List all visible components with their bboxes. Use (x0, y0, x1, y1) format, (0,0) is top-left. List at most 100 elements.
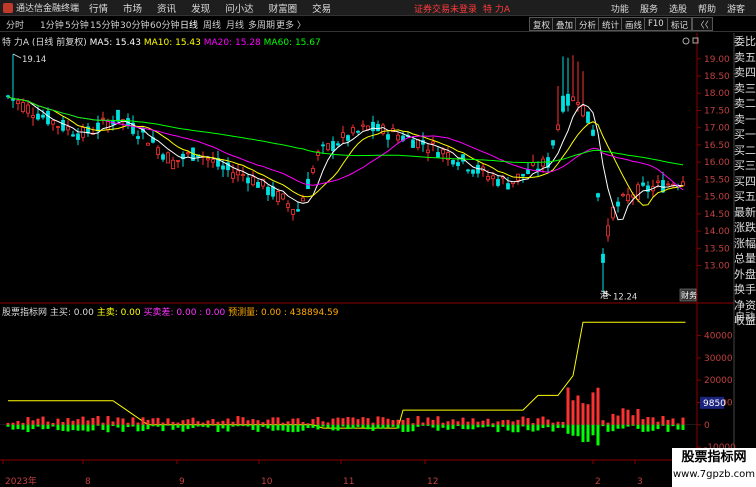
candle-body (376, 123, 380, 132)
side-item-buy3[interactable]: 买三 (734, 158, 756, 174)
price-tick-label: 14.50 (704, 210, 730, 220)
volume-bar-down (546, 424, 550, 428)
period-60min[interactable]: 60分钟 (150, 18, 179, 31)
candle-body (486, 176, 490, 181)
volume-bar-down (596, 424, 600, 446)
volume-bar-up (566, 387, 570, 425)
volume-bar-up (606, 422, 610, 425)
side-item-buy2[interactable]: 买二 (734, 143, 756, 159)
period-more[interactable]: 更多 〉 (276, 18, 306, 31)
volume-bar-up (201, 422, 205, 425)
f10-button[interactable]: F10 (644, 17, 668, 31)
menu-service[interactable]: 服务 (640, 2, 658, 15)
period-timeshare[interactable]: 分时 (6, 18, 24, 31)
period-monthly[interactable]: 月线 (226, 18, 244, 31)
period-15min[interactable]: 15分钟 (90, 18, 119, 31)
adjust-button[interactable]: 复权 (529, 17, 555, 31)
volume-tick-label: 20000 (704, 376, 733, 386)
volume-bar-up (21, 422, 25, 425)
analysis-button[interactable]: 分析 (575, 17, 601, 31)
volume-bar-down (666, 424, 670, 432)
candle-body (341, 132, 345, 138)
mark-button[interactable]: 标记 (667, 17, 693, 31)
forecast-volume-value: 预测量: 0.00 : 438894.59 (228, 308, 339, 318)
period-daily[interactable]: 日线 (180, 18, 198, 31)
kline-chart-area[interactable]: 19.14 12.24 港 财务 19.00 18.50 18.00 17.50 17.00 1… (0, 0, 756, 487)
volume-bar-up (456, 421, 460, 425)
volume-bar-up (61, 421, 65, 425)
candle-body (286, 203, 290, 208)
side-item-sell2[interactable]: 卖二 (734, 96, 756, 112)
finance-tag-box (679, 288, 697, 302)
side-item-sell4[interactable]: 卖四 (734, 65, 756, 81)
menu-item-ask[interactable]: 问小达 (225, 1, 254, 15)
volume-bar-up (6, 422, 10, 425)
volume-bar-up (141, 417, 145, 425)
menu-function[interactable]: 功能 (611, 2, 629, 15)
side-item-sell3[interactable]: 卖三 (734, 81, 756, 97)
overlay-button[interactable]: 叠加 (552, 17, 578, 31)
volume-bar-down (266, 424, 270, 429)
side-item-buy4[interactable]: 买四 (734, 174, 756, 190)
app-title: 通达信金融终端 (16, 4, 80, 14)
side-item-turnover[interactable]: 换手 (734, 282, 756, 298)
menu-item-discover[interactable]: 发现 (191, 1, 210, 15)
side-item-commit-ratio[interactable]: 委比 (734, 34, 756, 50)
menu-item-market[interactable]: 市场 (123, 1, 142, 15)
price-tick-label: 13.00 (704, 262, 730, 272)
menu-help[interactable]: 帮助 (698, 2, 716, 15)
side-item-outer[interactable]: 外盘 (734, 267, 756, 283)
period-multi[interactable]: 多周期 (248, 18, 275, 31)
volume-bar-down (201, 424, 205, 427)
period-1min[interactable]: 1分钟 (40, 18, 64, 31)
indicator-name[interactable]: 股票指标网 (2, 308, 47, 318)
candle-body (501, 176, 505, 179)
volume-bar-down (496, 424, 500, 433)
candle-body (226, 162, 230, 171)
side-item-change-pct[interactable]: 涨幅 (734, 236, 756, 252)
menu-stock-pick[interactable]: 选股 (669, 2, 687, 15)
menu-item-news[interactable]: 资讯 (157, 1, 176, 15)
draw-line-button[interactable]: 画线 (621, 17, 647, 31)
candle-body (471, 169, 475, 174)
volume-bar-up (656, 421, 660, 425)
candle-body (306, 178, 310, 190)
candle-body (606, 225, 610, 237)
volume-bar-down (626, 424, 630, 427)
side-item-sell1[interactable]: 卖一 (734, 112, 756, 128)
volume-bar-up (541, 416, 545, 425)
period-weekly[interactable]: 周线 (203, 18, 221, 31)
menu-item-trade[interactable]: 交易 (312, 1, 331, 15)
side-item-volume[interactable]: 总量 (734, 251, 756, 267)
side-item-change[interactable]: 涨跌 (734, 220, 756, 236)
volume-bar-up (321, 421, 325, 425)
volume-bar-down (501, 424, 505, 427)
period-30min[interactable]: 30分钟 (120, 18, 149, 31)
side-item-buy1[interactable]: 买一 (734, 127, 756, 143)
candle-body (96, 122, 100, 132)
menu-item-quotes[interactable]: 行情 (89, 1, 108, 15)
volume-bar-up (136, 422, 140, 425)
x-tick-label: 2 (595, 477, 601, 487)
side-item-buy5[interactable]: 买五 (734, 189, 756, 205)
collapse-panel-button[interactable]: 〈〈 (692, 17, 713, 31)
menu-guest[interactable]: 游客 (727, 2, 745, 15)
volume-bar-down (641, 424, 645, 432)
candle-body (231, 172, 235, 179)
auto-scale-label[interactable]: 自动 (735, 308, 755, 323)
volume-bar-up (206, 420, 210, 425)
kline-title[interactable]: 特 力A (日线 前复权) (2, 38, 87, 48)
volume-bar-down (116, 424, 120, 428)
period-5min[interactable]: 5分钟 (65, 18, 89, 31)
volume-bar-up (26, 417, 30, 425)
volume-bar-up (246, 420, 250, 425)
statistics-button[interactable]: 统计 (598, 17, 624, 31)
side-item-sell5[interactable]: 卖五 (734, 50, 756, 66)
side-item-latest[interactable]: 最新 (734, 205, 756, 221)
login-notice[interactable]: 证券交易未登录特 力A (414, 2, 510, 15)
volume-bar-up (16, 420, 20, 425)
candle-body (136, 136, 140, 139)
menu-item-wealth[interactable]: 财富圈 (269, 1, 298, 15)
volume-bar-up (291, 418, 295, 425)
candle-body (271, 186, 275, 197)
